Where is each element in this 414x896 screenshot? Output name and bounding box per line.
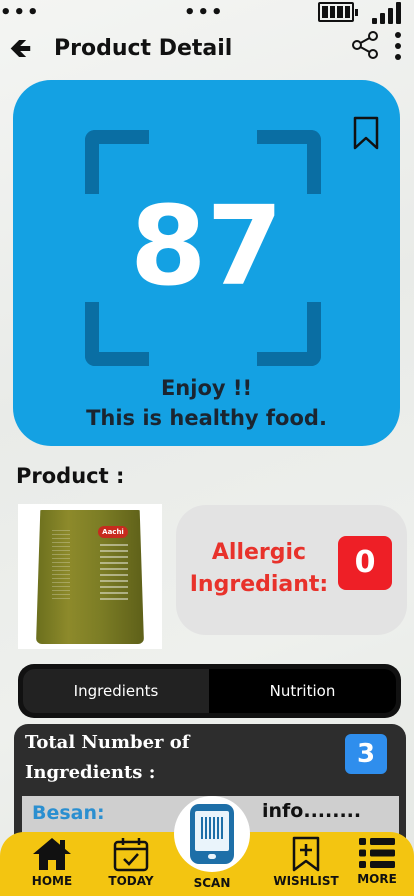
health-score-card: 87 Enjoy !! This is healthy food. xyxy=(13,80,400,446)
battery-icon xyxy=(318,2,358,22)
total-ingredients-count: 3 xyxy=(345,734,387,774)
total-ingredients-label: Total Number of Ingredients : xyxy=(25,732,190,783)
product-package: Aachi xyxy=(36,510,144,644)
product-image[interactable]: Aachi xyxy=(18,504,162,649)
status-dots-center: ••• xyxy=(184,2,225,23)
product-section-title: Product : xyxy=(16,464,125,488)
score-message-title: Enjoy !! xyxy=(160,376,253,400)
scan-button[interactable] xyxy=(174,796,250,872)
share-icon[interactable] xyxy=(350,30,380,60)
nav-wishlist[interactable]: WISHLIST xyxy=(272,836,340,888)
list-icon xyxy=(359,838,395,868)
more-options-icon[interactable] xyxy=(393,32,403,62)
page-title: Product Detail xyxy=(54,36,233,61)
calendar-check-icon xyxy=(113,838,149,872)
score-message-text: This is healthy food. xyxy=(86,406,327,430)
bookmark-icon[interactable] xyxy=(352,116,380,150)
header: 🡸 Product Detail xyxy=(0,30,414,72)
allergic-count-badge: 0 xyxy=(338,536,392,590)
phone-barcode-icon xyxy=(190,804,234,864)
tab-nutrition[interactable]: Nutrition xyxy=(209,669,396,713)
nav-home[interactable]: HOME xyxy=(28,836,76,888)
detail-tabs: Ingredients Nutrition xyxy=(18,664,401,718)
nav-more[interactable]: MORE xyxy=(354,836,400,886)
ingredient-info-link[interactable]: info........ xyxy=(262,800,361,822)
brand-logo: Aachi xyxy=(98,526,128,538)
status-dots-left: ••• xyxy=(0,2,41,23)
allergic-ingredient-card[interactable]: Allergic Ingrediant: 0 xyxy=(176,505,407,635)
bookmark-plus-icon xyxy=(292,836,320,872)
status-bar: ••• ••• xyxy=(0,0,414,30)
signal-icon xyxy=(372,2,404,24)
nav-scan-label: SCAN xyxy=(193,876,231,890)
allergic-ingredient-label: Allergic Ingrediant: xyxy=(189,540,329,597)
ingredient-name: Besan: xyxy=(32,802,105,824)
back-arrow-icon[interactable]: 🡸 xyxy=(10,34,31,64)
nav-today[interactable]: TODAY xyxy=(104,836,158,888)
tab-ingredients[interactable]: Ingredients xyxy=(23,669,209,713)
home-icon xyxy=(33,838,71,870)
health-score: 87 xyxy=(129,182,284,310)
